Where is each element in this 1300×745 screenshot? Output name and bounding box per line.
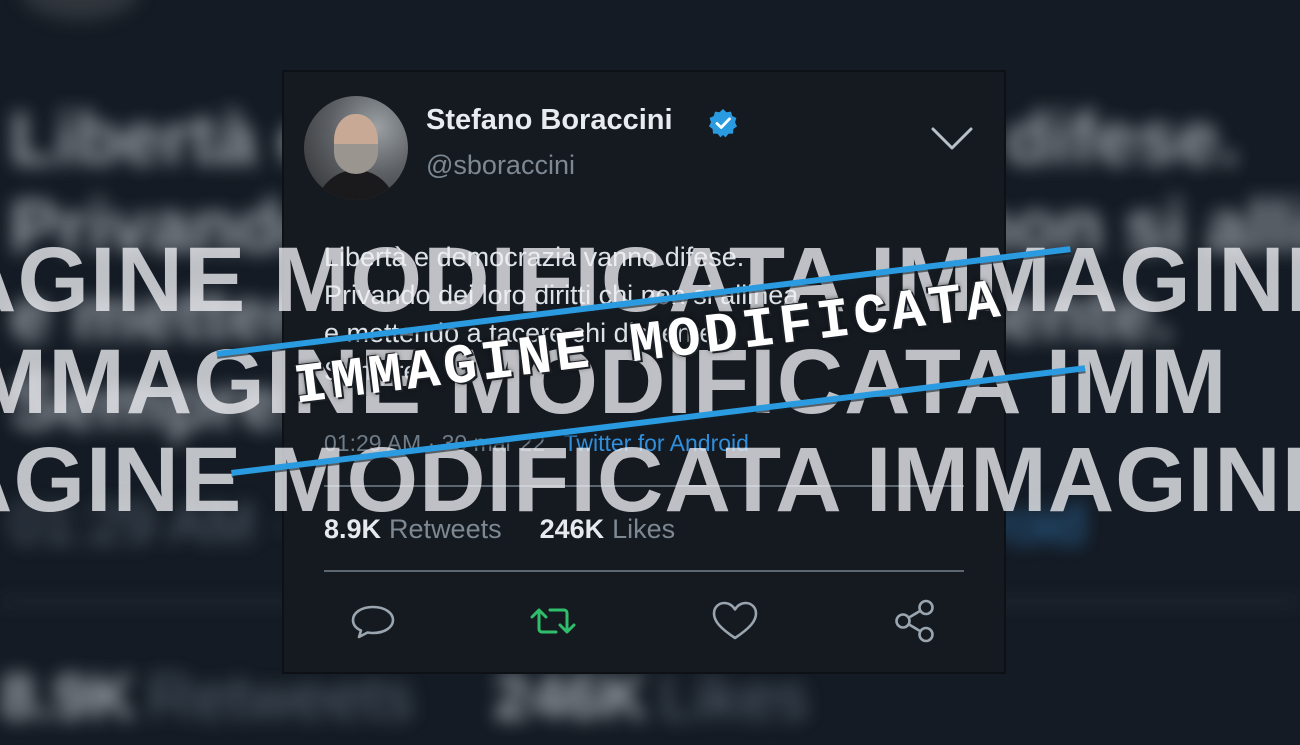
- tweet-stats: 8.9K Retweets 246K Likes: [324, 514, 675, 545]
- divider: [324, 485, 964, 487]
- avatar-body-shape: [316, 170, 396, 200]
- tweet-text-line: Libertà e democrazia vanno difese.: [324, 242, 745, 272]
- verified-badge-icon: [709, 109, 737, 138]
- more-options-button[interactable]: [930, 126, 974, 152]
- tweet-meta: 01:29 AM · 30 mar 22 Twitter for Android: [324, 430, 749, 457]
- retweets-stat[interactable]: 8.9K Retweets: [324, 514, 502, 544]
- background-retweets-count: 8.9K: [0, 661, 136, 733]
- tweet-text: Libertà e democrazia vanno difese. Priva…: [324, 238, 984, 390]
- author-handle[interactable]: @sboraccini: [426, 150, 575, 181]
- tweet-text-line: e mettendo a tacere chi dissente.: [324, 318, 722, 348]
- likes-stat[interactable]: 246K Likes: [540, 514, 676, 544]
- avatar-beard-shape: [334, 144, 378, 174]
- heart-icon: [712, 601, 758, 640]
- tweet-timestamp[interactable]: 01:29 AM · 30 mar 22: [324, 430, 545, 456]
- tweet-client-link[interactable]: Twitter for Android: [564, 430, 749, 456]
- avatar[interactable]: [304, 96, 408, 200]
- background-avatar: [20, 0, 140, 20]
- share-icon: [895, 599, 934, 643]
- retweets-label: Retweets: [389, 514, 502, 544]
- author-name[interactable]: Stefano Boraccini: [426, 104, 673, 137]
- chevron-down-icon: [931, 127, 973, 150]
- retweet-button[interactable]: [528, 598, 578, 644]
- tweet-text-line: Sempre.: [324, 356, 427, 386]
- tweet-text-line: Privando dei loro diritti chi non si all…: [324, 280, 799, 310]
- reply-icon: [351, 605, 395, 639]
- like-button[interactable]: [710, 598, 760, 644]
- tweet-card: Stefano Boraccini @sboraccini Libertà e …: [284, 72, 1004, 672]
- share-button[interactable]: [890, 598, 940, 644]
- reply-button[interactable]: [348, 598, 398, 644]
- likes-count: 246K: [539, 514, 605, 544]
- retweets-count: 8.9K: [324, 514, 382, 544]
- divider: [324, 570, 964, 572]
- screenshot-stage: Libertà e democrazia vanno difese. Priva…: [0, 0, 1300, 745]
- retweet-icon: [530, 608, 576, 634]
- likes-label: Likes: [612, 514, 676, 544]
